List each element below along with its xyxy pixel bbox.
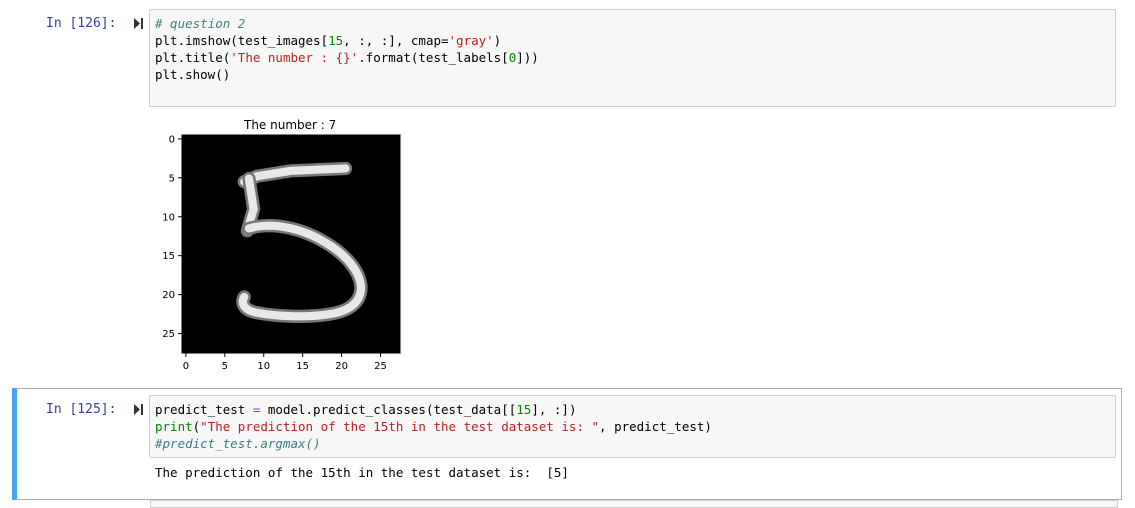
y-tick-label: 15 — [162, 251, 175, 262]
code-line: plt.title('The number : {}'.format(test_… — [155, 49, 539, 66]
code-token: .format(test_labels[ — [358, 50, 509, 65]
cell-1-code[interactable]: # question 2 plt.imshow(test_images[15, :… — [155, 15, 539, 83]
run-cell-icon[interactable] — [134, 18, 143, 29]
code-token: ) — [493, 33, 502, 48]
code-token: plt.title( — [155, 50, 231, 65]
code-token: , :, :], cmap= — [343, 33, 449, 48]
code-line: print("The prediction of the 15th in the… — [155, 418, 712, 435]
y-tick-label: 0 — [169, 134, 175, 145]
code-line: plt.imshow(test_images[15, :, :], cmap='… — [155, 32, 539, 49]
cell-2-code[interactable]: predict_test = model.predict_classes(tes… — [155, 401, 712, 452]
code-token: predict_test — [155, 402, 253, 417]
cell-2-prompt: In [125]: — [46, 402, 117, 417]
cell-2-output: The prediction of the 15th in the test d… — [155, 465, 569, 480]
next-cell-input[interactable] — [150, 500, 1118, 508]
code-line: #predict_test.argmax() — [155, 435, 712, 452]
code-token: 'gray' — [448, 33, 494, 48]
digit-image-plot: 0 5 10 15 20 25 0 5 10 15 20 25 — [162, 134, 401, 372]
x-tick-label: 15 — [296, 361, 309, 372]
code-line: # question 2 — [155, 15, 539, 32]
code-token: , predict_test) — [599, 419, 712, 434]
code-token: 15 — [328, 33, 344, 48]
code-token: "The prediction of the 15th in the test … — [200, 419, 600, 434]
y-tick-label: 5 — [169, 173, 175, 184]
x-tick-label: 20 — [335, 361, 348, 372]
x-tick-label: 10 — [257, 361, 270, 372]
y-tick-label: 20 — [162, 290, 175, 301]
code-line: predict_test = model.predict_classes(tes… — [155, 401, 712, 418]
x-tick-label: 5 — [222, 361, 228, 372]
x-tick-label: 25 — [374, 361, 387, 372]
code-line: plt.show() — [155, 66, 539, 83]
code-token: print — [155, 419, 193, 434]
run-cell-icon[interactable] — [134, 404, 143, 415]
code-token: 15 — [516, 402, 532, 417]
code-token: # question 2 — [155, 16, 246, 31]
code-token: ], :]) — [531, 402, 577, 417]
y-tick-label: 10 — [162, 212, 175, 223]
code-token: model.predict_classes(test_data[[ — [260, 402, 517, 417]
x-tick-label: 0 — [183, 361, 189, 372]
code-token: plt.show() — [155, 67, 231, 82]
y-tick-label: 25 — [162, 329, 175, 340]
code-token: ])) — [516, 50, 539, 65]
code-token: 'The number : {}' — [230, 50, 359, 65]
code-token: #predict_test.argmax() — [155, 436, 321, 451]
code-token: plt.imshow(test_images[ — [155, 33, 329, 48]
cell-1-prompt: In [126]: — [46, 16, 117, 31]
